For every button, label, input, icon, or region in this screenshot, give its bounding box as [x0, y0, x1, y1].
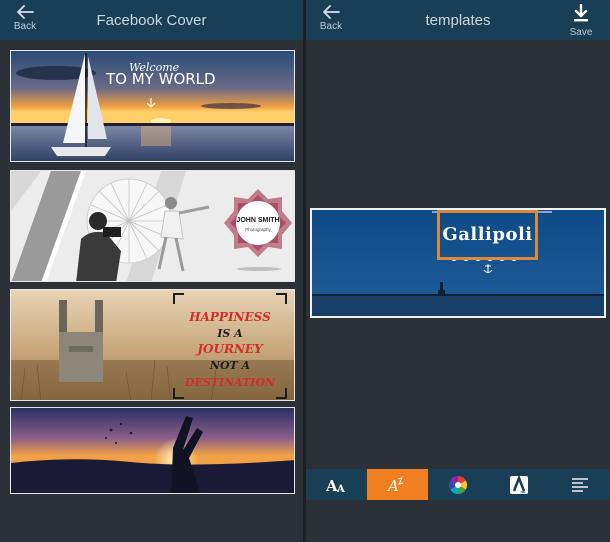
field-chair-image: HAPPINESS IS A JOURNEY NOT A DESTINATION	[11, 290, 294, 400]
cover-welcome-heading: TO MY WORLD	[105, 70, 216, 88]
align-icon	[571, 477, 588, 492]
top-bar: Back Facebook Cover	[0, 0, 303, 40]
selected-text-box[interactable]	[437, 210, 538, 260]
templates-screen: Back templates Save Gallipoli A A A	[306, 0, 610, 542]
text-align-button[interactable]	[549, 469, 610, 500]
silhouette-sunset-image	[11, 408, 294, 493]
facebook-cover-screen: Back Facebook Cover Welcome TO MY WORLD …	[0, 0, 303, 542]
page-title: templates	[425, 12, 491, 29]
sailboat-sunset-image: Welcome TO MY WORLD	[11, 51, 294, 161]
cover-john-smith-subtitle: Photography	[245, 227, 271, 232]
editing-toolbar: A A A	[306, 469, 610, 500]
photographer-image: JOHN SMITH Photography	[11, 171, 294, 281]
cover-template-welcome[interactable]: Welcome TO MY WORLD	[10, 50, 295, 162]
download-icon	[574, 3, 588, 22]
svg-text:A: A	[386, 477, 399, 495]
cover-john-smith-name: JOHN SMITH	[236, 217, 279, 224]
color-picker-button[interactable]	[428, 469, 489, 500]
color-wheel-icon	[448, 475, 467, 494]
text-shadow-button[interactable]	[488, 469, 549, 500]
app-stage: Back Facebook Cover Welcome TO MY WORLD …	[0, 0, 610, 542]
cover-template-happiness[interactable]: HAPPINESS IS A JOURNEY NOT A DESTINATION	[10, 289, 295, 401]
cover-happiness-line-1: HAPPINESS	[188, 310, 271, 324]
cover-happiness-line-3: JOURNEY	[195, 342, 264, 356]
font-style-button[interactable]: A	[366, 469, 428, 500]
cover-happiness-line-4: NOT A	[209, 359, 251, 372]
cover-happiness-line-5: DESTINATION	[184, 376, 276, 389]
font-style-icon: A	[386, 477, 404, 495]
page-title: Facebook Cover	[96, 12, 207, 29]
text-shadow-icon	[509, 474, 528, 494]
cover-template-john-smith[interactable]: JOHN SMITH Photography	[10, 170, 295, 282]
save-button[interactable]: Save	[568, 3, 594, 38]
bottom-spacer	[306, 500, 610, 542]
font-size-button[interactable]: A A	[306, 469, 367, 500]
svg-text:A: A	[336, 484, 345, 494]
cover-happiness-line-2: IS A	[216, 327, 243, 340]
font-size-icon: A A	[325, 477, 345, 494]
cover-template-silhouette[interactable]	[10, 407, 295, 494]
top-bar: Back templates Save	[306, 0, 610, 40]
save-label: Save	[569, 27, 593, 38]
